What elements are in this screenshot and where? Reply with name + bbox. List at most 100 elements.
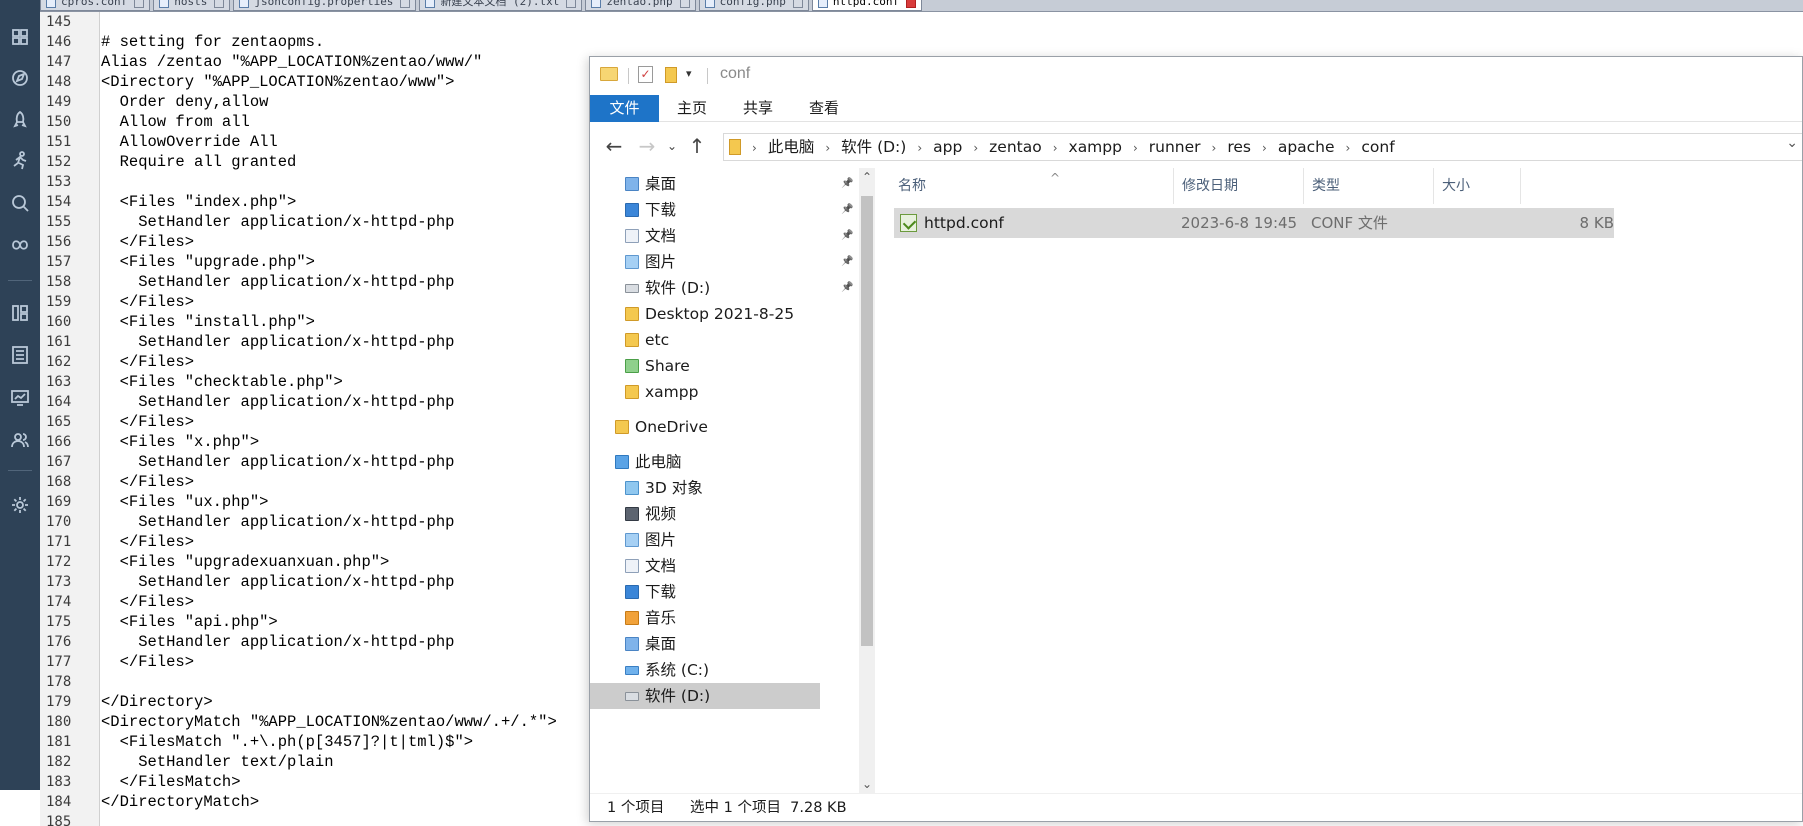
chevron-right-icon[interactable]: › xyxy=(825,135,830,161)
address-bar[interactable]: › 此电脑 › 软件 (D:) › app › zentao › xampp › runner › res… xyxy=(723,133,1802,161)
breadcrumb-item[interactable]: app xyxy=(933,138,962,156)
nav-item[interactable]: 音乐 xyxy=(625,605,855,631)
code-line[interactable]: SetHandler application/x-httpd-php xyxy=(101,632,621,652)
code-line[interactable]: SetHandler application/x-httpd-php xyxy=(101,212,621,232)
apps-icon[interactable] xyxy=(10,27,30,47)
chevron-down-icon[interactable]: ⌄ xyxy=(1786,135,1798,151)
nav-item[interactable]: etc xyxy=(625,327,855,353)
code-line[interactable]: Require all granted xyxy=(101,152,621,172)
breadcrumb-item[interactable]: conf xyxy=(1361,138,1394,156)
breadcrumb-item[interactable]: runner xyxy=(1149,138,1201,156)
editor-tab[interactable]: zentao.php xyxy=(585,0,696,11)
up-arrow-icon[interactable]: ↑ xyxy=(685,134,709,158)
chevron-right-icon[interactable]: › xyxy=(1262,135,1267,161)
nav-item[interactable]: 桌面 📌 xyxy=(625,171,855,197)
nav-item[interactable]: 图片 xyxy=(625,527,855,553)
code-line[interactable]: <Files "x.php"> xyxy=(101,432,621,452)
code-line[interactable]: <Files "upgradexuanxuan.php"> xyxy=(101,552,621,572)
nav-item[interactable]: OneDrive xyxy=(615,414,845,440)
quick-access-dropdown-icon[interactable]: ▾ xyxy=(686,67,692,80)
code-line[interactable]: AllowOverride All xyxy=(101,132,621,152)
editor-tab[interactable]: hosts xyxy=(153,0,231,11)
chevron-right-icon[interactable]: › xyxy=(973,135,978,161)
code-line[interactable]: </Directory> xyxy=(101,692,621,712)
scroll-up-chevron-icon[interactable]: ⌃ xyxy=(862,170,872,184)
code-line[interactable]: </Files> xyxy=(101,352,621,372)
close-icon[interactable] xyxy=(134,0,145,8)
code-line[interactable]: </Files> xyxy=(101,412,621,432)
editor-tab[interactable]: 新建文本文档 (2).txt xyxy=(419,0,583,11)
code-line[interactable]: SetHandler text/plain xyxy=(101,752,621,772)
close-icon[interactable] xyxy=(906,0,917,8)
code-line[interactable]: </Files> xyxy=(101,232,621,252)
users-icon[interactable] xyxy=(10,430,30,450)
pin-icon[interactable]: 📌 xyxy=(841,275,855,301)
nav-item[interactable]: 下载 📌 xyxy=(625,197,855,223)
chevron-right-icon[interactable]: › xyxy=(1133,135,1138,161)
tab-home[interactable]: 主页 xyxy=(659,95,725,122)
chevron-right-icon[interactable]: › xyxy=(917,135,922,161)
nav-item[interactable]: 系统 (C:) xyxy=(625,657,855,683)
forward-arrow-icon[interactable]: → xyxy=(635,134,659,158)
breadcrumb-item[interactable]: res xyxy=(1227,138,1251,156)
column-header-size[interactable]: 大小 xyxy=(1434,168,1521,204)
code-line[interactable]: <DirectoryMatch "%APP_LOCATION%zentao/ww… xyxy=(101,712,621,732)
tab-file[interactable]: 文件 xyxy=(590,95,659,122)
code-line[interactable]: SetHandler application/x-httpd-php xyxy=(101,452,621,472)
compass-icon[interactable] xyxy=(10,68,30,88)
column-header-modified[interactable]: 修改日期 xyxy=(1174,168,1304,204)
infinity-icon[interactable] xyxy=(10,235,30,255)
close-icon[interactable] xyxy=(566,0,577,8)
code-line[interactable]: <Files "index.php"> xyxy=(101,192,621,212)
code-line[interactable]: <Files "ux.php"> xyxy=(101,492,621,512)
nav-item[interactable]: 图片 📌 xyxy=(625,249,855,275)
pin-icon[interactable]: 📌 xyxy=(841,249,855,275)
code-line[interactable]: <Files "install.php"> xyxy=(101,312,621,332)
chevron-right-icon[interactable]: › xyxy=(1212,135,1217,161)
columns-icon[interactable] xyxy=(10,303,30,323)
chevron-right-icon[interactable]: › xyxy=(752,135,757,161)
editor-tab[interactable]: config.php xyxy=(698,0,809,11)
monitor-icon[interactable] xyxy=(10,388,30,408)
code-line[interactable]: </Files> xyxy=(101,592,621,612)
pin-icon[interactable]: 📌 xyxy=(841,197,855,223)
editor-tab[interactable]: httpd.conf xyxy=(811,0,923,11)
nav-scrollbar[interactable]: ⌃ ⌄ xyxy=(859,168,875,793)
code-line[interactable]: </Files> xyxy=(101,292,621,312)
code-line[interactable]: SetHandler application/x-httpd-php xyxy=(101,392,621,412)
nav-item[interactable]: 桌面 xyxy=(625,631,855,657)
new-folder-icon[interactable] xyxy=(665,67,677,83)
file-row[interactable]: httpd.conf 2023-6-8 19:45 CONF 文件 8 KB xyxy=(894,208,1614,238)
code-line[interactable]: </FilesMatch> xyxy=(101,772,621,792)
close-icon[interactable] xyxy=(679,0,690,8)
code-line[interactable]: <Files "checktable.php"> xyxy=(101,372,621,392)
breadcrumb-item[interactable]: 此电脑 xyxy=(768,138,815,156)
chevron-right-icon[interactable]: › xyxy=(1346,135,1351,161)
rocket-icon[interactable] xyxy=(10,110,30,130)
code-line[interactable]: <Files "api.php"> xyxy=(101,612,621,632)
code-line[interactable] xyxy=(101,812,621,826)
breadcrumb-item[interactable]: apache xyxy=(1278,138,1335,156)
scrollbar-thumb[interactable] xyxy=(861,196,873,646)
nav-item[interactable]: 3D 对象 xyxy=(625,475,855,501)
editor-tab[interactable]: jsonconfig.properties xyxy=(233,0,417,11)
code-line[interactable] xyxy=(101,172,621,192)
editor-tab[interactable]: cpros.conf xyxy=(40,0,151,11)
code-line[interactable]: Allow from all xyxy=(101,112,621,132)
code-line[interactable]: SetHandler application/x-httpd-php xyxy=(101,332,621,352)
code-line[interactable]: <Files "upgrade.php"> xyxy=(101,252,621,272)
close-icon[interactable] xyxy=(400,0,411,8)
nav-item[interactable]: 软件 (D:) xyxy=(590,683,820,709)
scroll-down-chevron-icon[interactable]: ⌄ xyxy=(862,777,872,791)
code-line[interactable]: SetHandler application/x-httpd-php xyxy=(101,572,621,592)
code-line[interactable]: SetHandler application/x-httpd-php xyxy=(101,272,621,292)
tab-share[interactable]: 共享 xyxy=(725,95,791,122)
close-icon[interactable] xyxy=(214,0,225,8)
runner-icon[interactable] xyxy=(10,150,30,170)
code-line[interactable]: <Directory "%APP_LOCATION%zentao/www"> xyxy=(101,72,621,92)
pin-icon[interactable]: 📌 xyxy=(841,171,855,197)
nav-item[interactable]: 下载 xyxy=(625,579,855,605)
pin-icon[interactable]: 📌 xyxy=(841,223,855,249)
recent-locations-chevron-icon[interactable]: ⌄ xyxy=(660,134,684,158)
column-header-name[interactable]: 名称 ^ xyxy=(890,168,1174,204)
